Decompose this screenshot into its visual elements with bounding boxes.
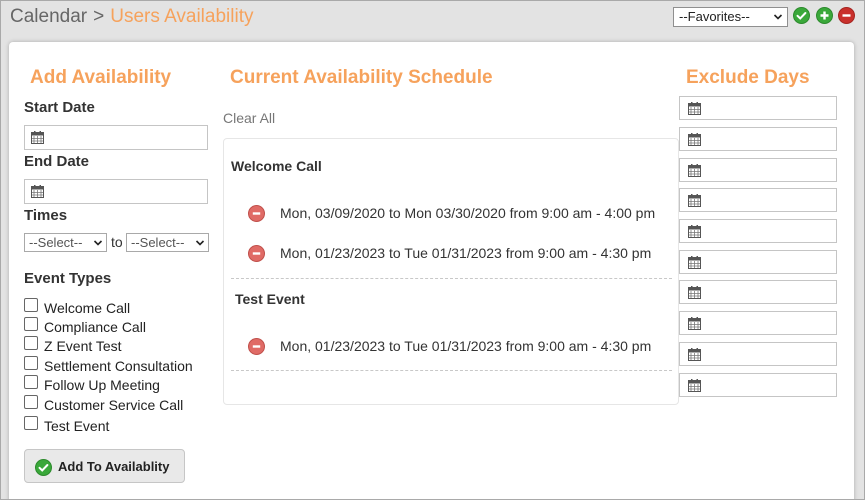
time-to-value: --Select--	[131, 235, 185, 250]
minus-circle-icon[interactable]	[838, 7, 855, 24]
add-to-availability-label: Add To Availablity	[58, 459, 170, 474]
times-label: Times	[24, 207, 68, 224]
group-divider	[231, 278, 672, 279]
end-date-label: End Date	[24, 153, 90, 170]
schedule-slot-text: Mon, 03/09/2020 to Mon 03/30/2020 from 9…	[280, 205, 656, 221]
time-from-select[interactable]: --Select--	[24, 233, 107, 252]
schedule-list	[223, 138, 679, 405]
remove-slot-icon[interactable]	[248, 205, 265, 222]
schedule-title: Current Availability Schedule	[230, 67, 493, 88]
exclude-date-input[interactable]	[679, 250, 837, 274]
exclude-date-input[interactable]	[679, 342, 837, 366]
breadcrumb: Calendar > Users Availability	[10, 6, 253, 28]
exclude-days-title: Exclude Days	[686, 67, 810, 88]
checkbox[interactable]	[24, 298, 38, 312]
favorites-selected-value: --Favorites--	[679, 9, 750, 24]
exclude-date-input[interactable]	[679, 311, 837, 335]
event-type-label: Welcome Call	[44, 300, 131, 316]
time-from-value: --Select--	[29, 235, 83, 250]
remove-slot-icon[interactable]	[248, 338, 265, 355]
schedule-slot-text: Mon, 01/23/2023 to Tue 01/31/2023 from 9…	[280, 338, 652, 354]
breadcrumb-current: Users Availability	[110, 6, 254, 27]
time-to-select[interactable]: --Select--	[126, 233, 209, 252]
calendar-icon	[688, 317, 701, 330]
add-availability-title: Add Availability	[30, 67, 172, 88]
calendar-icon	[688, 286, 701, 299]
checkbox[interactable]	[24, 336, 38, 350]
calendar-icon	[31, 185, 44, 198]
remove-slot-icon[interactable]	[248, 245, 265, 262]
plus-circle-icon[interactable]	[816, 7, 833, 24]
group-divider	[231, 370, 672, 371]
event-type-label: Follow Up Meeting	[44, 377, 160, 393]
event-types-label: Event Types	[24, 270, 112, 287]
schedule-group-title: Test Event	[235, 291, 305, 307]
event-type-label: Test Event	[44, 418, 110, 434]
calendar-icon	[688, 194, 701, 207]
breadcrumb-root[interactable]: Calendar	[10, 6, 87, 27]
checkbox[interactable]	[24, 395, 38, 409]
checkbox[interactable]	[24, 375, 38, 389]
exclude-date-input[interactable]	[679, 96, 837, 120]
chevron-down-icon	[773, 11, 783, 23]
exclude-date-input[interactable]	[679, 127, 837, 151]
exclude-date-input[interactable]	[679, 280, 837, 304]
breadcrumb-separator: >	[93, 6, 105, 27]
calendar-icon	[688, 225, 701, 238]
event-type-label: Settlement Consultation	[44, 358, 193, 374]
calendar-icon	[31, 131, 44, 144]
event-type-label: Z Event Test	[44, 338, 122, 354]
exclude-date-input[interactable]	[679, 219, 837, 243]
calendar-icon	[688, 102, 701, 115]
checkbox[interactable]	[24, 356, 38, 370]
exclude-date-input[interactable]	[679, 158, 837, 182]
start-date-label: Start Date	[24, 99, 95, 116]
calendar-icon	[688, 348, 701, 361]
exclude-date-input[interactable]	[679, 373, 837, 397]
checkbox[interactable]	[24, 416, 38, 430]
add-to-availability-button[interactable]: Add To Availablity	[24, 449, 185, 483]
schedule-group-title: Welcome Call	[231, 158, 322, 174]
start-date-input[interactable]	[24, 125, 208, 150]
calendar-icon	[688, 164, 701, 177]
chevron-down-icon	[93, 237, 103, 249]
time-to-label: to	[111, 234, 123, 250]
check-circle-icon	[35, 459, 52, 476]
event-type-label: Compliance Call	[44, 319, 146, 335]
chevron-down-icon	[195, 237, 205, 249]
calendar-icon	[688, 379, 701, 392]
end-date-input[interactable]	[24, 179, 208, 204]
schedule-slot-text: Mon, 01/23/2023 to Tue 01/31/2023 from 9…	[280, 245, 652, 261]
event-type-label: Customer Service Call	[44, 397, 184, 413]
exclude-date-input[interactable]	[679, 188, 837, 212]
favorites-select[interactable]: --Favorites--	[673, 7, 788, 27]
calendar-icon	[688, 256, 701, 269]
checkbox[interactable]	[24, 317, 38, 331]
check-circle-icon[interactable]	[793, 7, 810, 24]
clear-all-link[interactable]: Clear All	[223, 110, 275, 126]
top-bar: Calendar > Users Availability --Favorites-…	[0, 0, 865, 36]
calendar-icon	[688, 133, 701, 146]
